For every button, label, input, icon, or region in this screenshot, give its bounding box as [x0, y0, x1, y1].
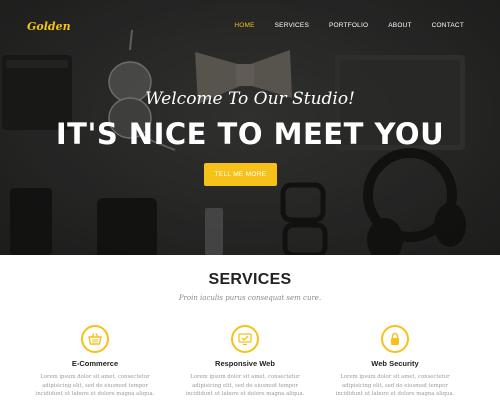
logo[interactable]: Golden [27, 20, 71, 33]
hero-section: Golden HOME SERVICES PORTFOLIO ABOUT CON… [0, 0, 500, 255]
nav-menu: HOME SERVICES PORTFOLIO ABOUT CONTACT [214, 22, 464, 29]
service-name: Responsive Web [215, 359, 275, 368]
nav-item-portfolio[interactable]: PORTFOLIO [329, 22, 368, 29]
service-description: Lorem ipsum dolor sit amet, consectetur … [35, 374, 155, 397]
service-card-ecommerce: E-Commerce Lorem ipsum dolor sit amet, c… [25, 325, 165, 397]
service-description: Lorem ipsum dolor sit amet, consectetur … [185, 374, 305, 397]
service-description: Lorem ipsum dolor sit amet, consectetur … [335, 374, 455, 397]
nav-item-home[interactable]: HOME [234, 22, 254, 29]
tell-me-more-button[interactable]: TELL ME MORE [204, 163, 277, 186]
services-section: SERVICES Proin iaculis purus consequat s… [0, 255, 500, 400]
services-title: SERVICES [208, 271, 292, 288]
service-name: Web Security [371, 359, 419, 368]
nav-item-services[interactable]: SERVICES [275, 22, 309, 29]
padlock-icon [381, 325, 409, 353]
monitor-check-icon [231, 325, 259, 353]
services-subtitle: Proin iaculis purus consequat sem cure. [178, 294, 322, 302]
hero-subtitle: Welcome To Our Studio! [145, 89, 355, 109]
nav-item-about[interactable]: ABOUT [388, 22, 411, 29]
hero-title: IT'S NICE TO MEET YOU [55, 117, 445, 151]
service-card-responsive-web: Responsive Web Lorem ipsum dolor sit ame… [175, 325, 315, 397]
shopping-basket-icon [81, 325, 109, 353]
service-name: E-Commerce [71, 359, 119, 368]
service-card-web-security: Web Security Lorem ipsum dolor sit amet,… [325, 325, 465, 397]
nav-item-contact[interactable]: CONTACT [432, 22, 464, 29]
navbar: Golden HOME SERVICES PORTFOLIO ABOUT CON… [0, 0, 500, 55]
